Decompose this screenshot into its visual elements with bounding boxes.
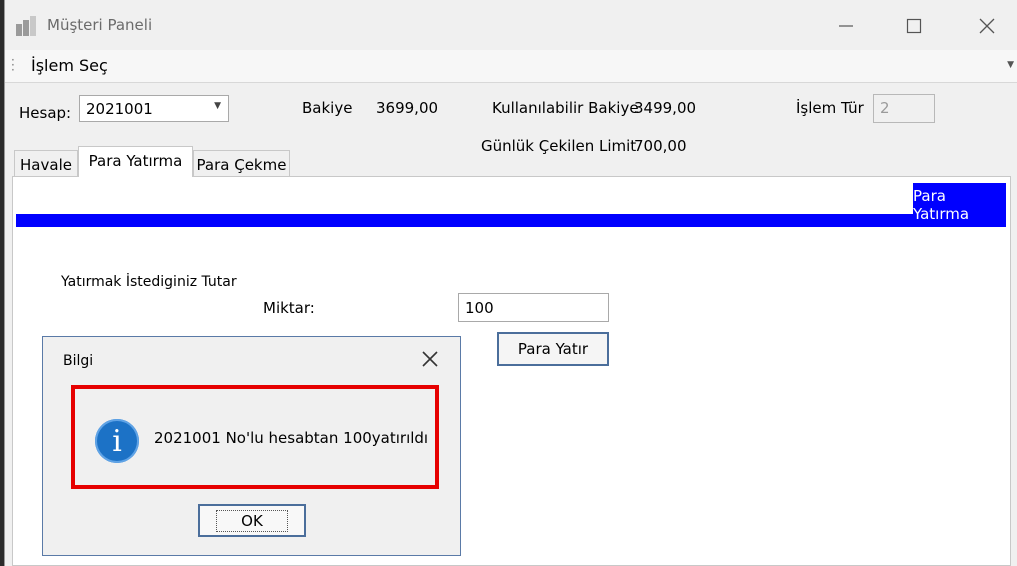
close-button[interactable] <box>965 10 1009 42</box>
amount-input[interactable]: 100 <box>458 293 609 322</box>
account-value: 2021001 <box>86 100 153 118</box>
tab-para-cekme[interactable]: Para Çekme <box>193 150 290 177</box>
maximize-button[interactable] <box>892 10 936 42</box>
daily-limit-value: 700,00 <box>634 137 687 155</box>
close-icon <box>979 18 995 34</box>
menu-islem-sec[interactable]: İşlem Seç <box>31 56 108 75</box>
ok-button-label: OK <box>216 509 288 532</box>
dialog-message: 2021001 No'lu hesabtan 100yatırıldı <box>154 429 429 447</box>
transaction-type-field: 2 <box>873 94 935 123</box>
chevron-down-icon[interactable]: ▼ <box>214 101 221 111</box>
minimize-icon <box>839 25 853 27</box>
app-icon <box>16 16 38 36</box>
menu-bar: · · · İşlem Seç ▼ <box>5 50 1017 83</box>
maximize-icon <box>906 18 922 34</box>
toolbar-grip-icon[interactable]: · · · <box>11 54 15 76</box>
panel-header-title: Para Yatırma <box>913 183 1006 227</box>
close-icon <box>422 351 438 367</box>
balance-label: Bakiye <box>302 99 353 117</box>
dialog-title: Bilgi <box>63 353 94 369</box>
deposit-button[interactable]: Para Yatır <box>497 332 609 366</box>
window-title: Müşteri Paneli <box>47 16 153 34</box>
account-label: Hesap: <box>19 104 72 122</box>
menu-overflow-icon[interactable]: ▼ <box>1007 60 1014 70</box>
available-balance-label: Kullanılabilir Bakiye <box>492 99 639 117</box>
info-icon: i <box>95 419 139 463</box>
transaction-type-label: İşlem Tür <box>796 99 864 117</box>
amount-label: Miktar: <box>263 299 315 317</box>
tab-havale[interactable]: Havale <box>14 150 78 177</box>
ok-button[interactable]: OK <box>198 504 306 537</box>
account-combobox[interactable]: 2021001 ▼ <box>79 95 229 122</box>
customer-panel-window: Müşteri Paneli · · · İşlem Seç ▼ Hesap: 20… <box>4 0 1017 566</box>
info-dialog: Bilgi i 2021001 No'lu hesabtan 100yatırı… <box>42 336 461 556</box>
header-bar <box>16 214 1006 227</box>
section-label: Yatırmak İstediginiz Tutar <box>61 274 237 290</box>
tab-para-yatirma[interactable]: Para Yatırma <box>78 146 193 177</box>
title-bar: Müşteri Paneli <box>5 0 1017 50</box>
dialog-close-button[interactable] <box>420 349 440 369</box>
balance-value: 3699,00 <box>376 99 439 117</box>
minimize-button[interactable] <box>824 10 868 42</box>
available-balance-value: 3499,00 <box>634 99 697 117</box>
daily-limit-label: Günlük Çekilen Limit <box>481 137 637 155</box>
